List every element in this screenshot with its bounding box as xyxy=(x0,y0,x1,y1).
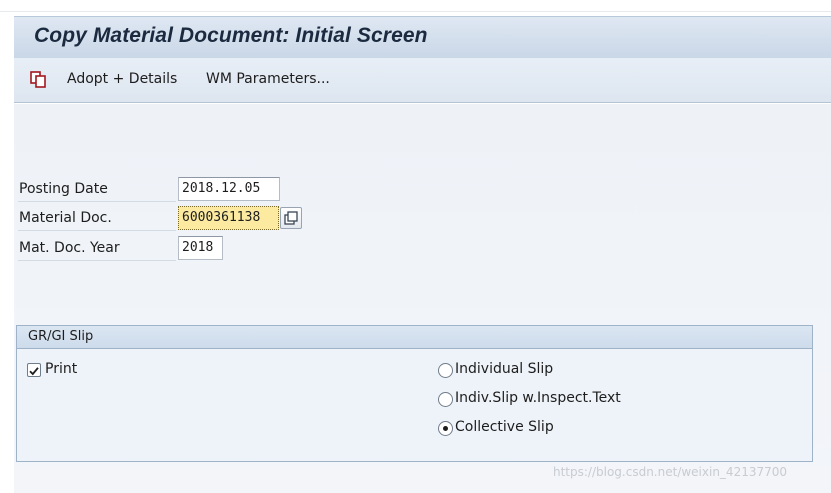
adopt-details-button[interactable]: Adopt + Details xyxy=(67,71,177,87)
radio-selected-dot xyxy=(443,426,448,431)
posting-date-label: Posting Date xyxy=(18,177,176,202)
page-title: Copy Material Document: Initial Screen xyxy=(34,24,428,47)
print-checkbox[interactable] xyxy=(27,363,41,377)
print-label[interactable]: Print xyxy=(45,361,77,377)
group-header: GR/GI Slip xyxy=(17,326,812,349)
group-title: GR/GI Slip xyxy=(28,329,94,344)
value-help-button[interactable] xyxy=(280,207,302,229)
material-doc-input[interactable]: 6000361138 xyxy=(178,206,279,230)
value-help-icon xyxy=(284,211,298,225)
window-top-strip xyxy=(0,0,831,12)
application-toolbar: Adopt + Details WM Parameters... xyxy=(14,58,831,103)
collective-slip-radio[interactable] xyxy=(438,421,453,436)
copy-documents-icon[interactable] xyxy=(30,71,48,89)
watermark: https://blog.csdn.net/weixin_42137700 xyxy=(553,465,788,479)
indiv-slip-inspect-text-radio[interactable] xyxy=(438,392,453,407)
material-doc-label: Material Doc. xyxy=(18,206,176,231)
mat-doc-year-input[interactable]: 2018 xyxy=(178,236,223,260)
individual-slip-radio[interactable] xyxy=(438,363,453,378)
mat-doc-year-label: Mat. Doc. Year xyxy=(18,236,176,261)
main-content: Posting Date 2018.12.05 Material Doc. 60… xyxy=(14,104,831,493)
gr-gi-slip-group: GR/GI Slip Print Individual Slip Indiv.S… xyxy=(16,325,813,462)
individual-slip-label[interactable]: Individual Slip xyxy=(455,361,553,377)
title-bar: Copy Material Document: Initial Screen xyxy=(14,16,831,58)
indiv-slip-inspect-text-label[interactable]: Indiv.Slip w.Inspect.Text xyxy=(455,390,621,406)
wm-parameters-button[interactable]: WM Parameters... xyxy=(206,71,330,87)
checkmark-icon xyxy=(29,367,39,376)
posting-date-input[interactable]: 2018.12.05 xyxy=(178,177,280,201)
collective-slip-label[interactable]: Collective Slip xyxy=(455,419,554,435)
